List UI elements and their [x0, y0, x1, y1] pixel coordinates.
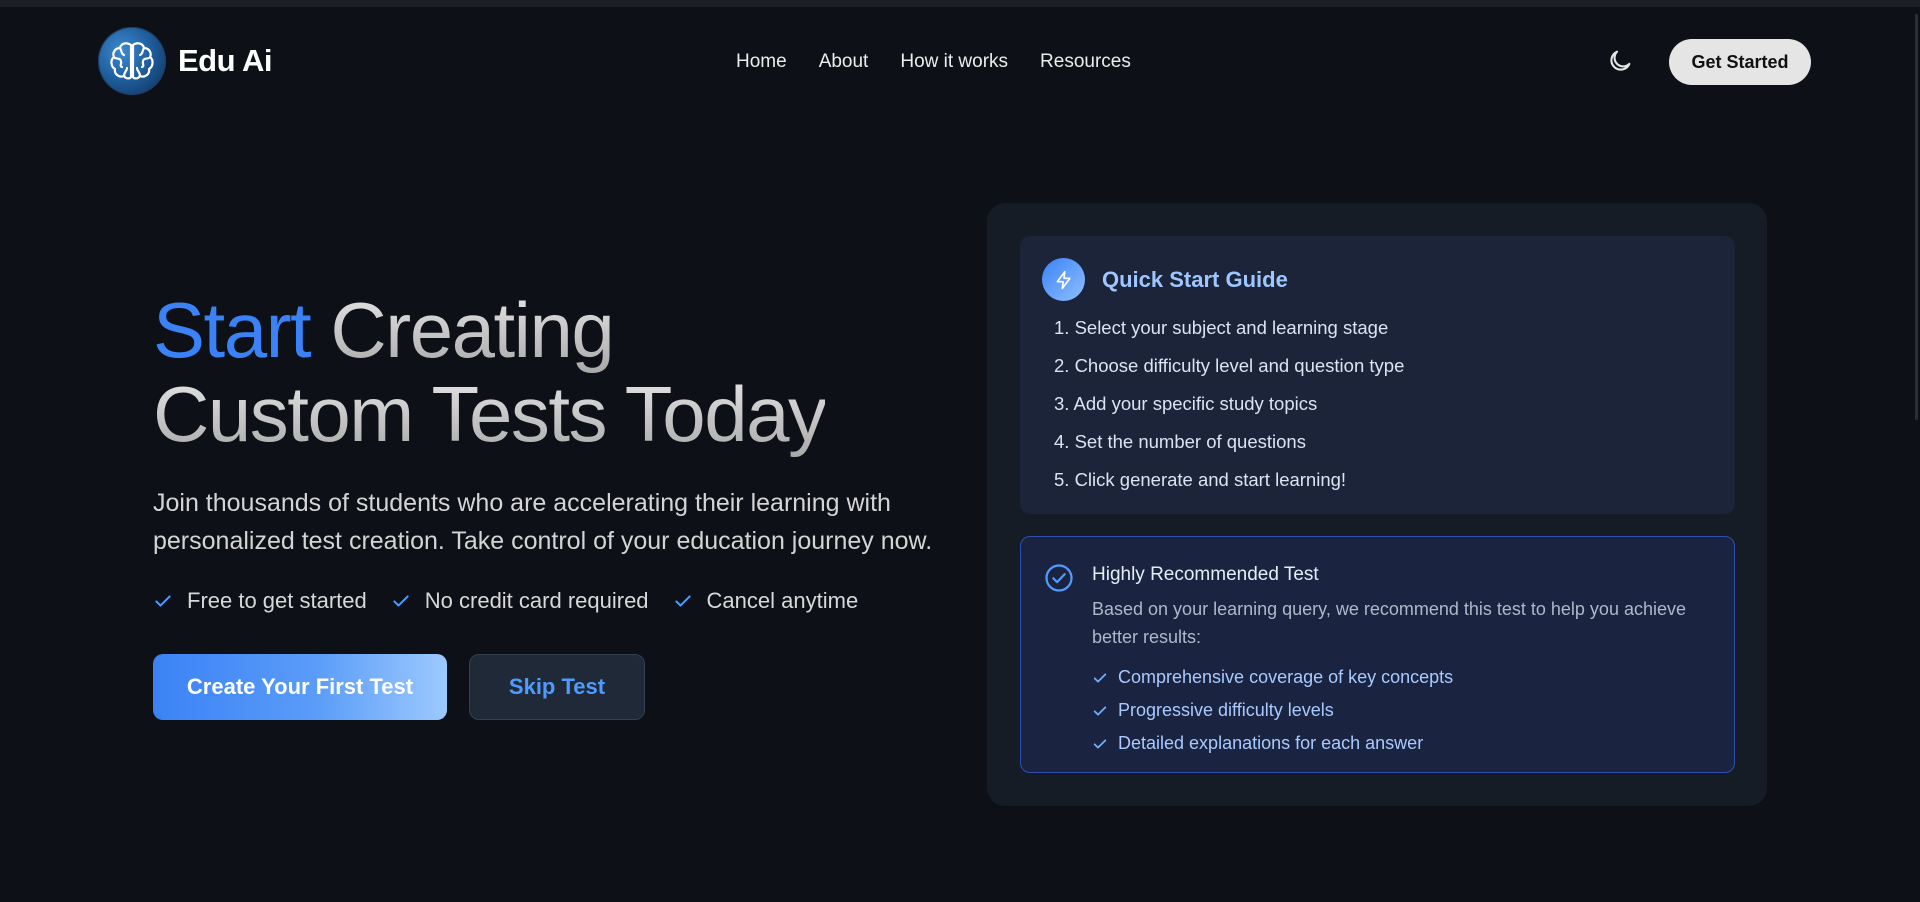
top-border — [0, 0, 1920, 7]
hero-title-line1: Creating — [330, 286, 614, 374]
recommended-test-panel[interactable]: Highly Recommended Test Based on your le… — [1020, 536, 1735, 773]
recommendation-points: Comprehensive coverage of key concepts P… — [1092, 661, 1453, 760]
nav-links: Home About How it works Resources — [736, 51, 1163, 73]
guide-step: 4. Set the number of questions — [1054, 431, 1306, 452]
brand-name: Edu Ai — [178, 43, 273, 78]
feature-bullet-label: Free to get started — [187, 588, 367, 613]
guide-step: 5. Click generate and start learning! — [1054, 469, 1347, 490]
recommendation-point: Detailed explanations for each answer — [1092, 727, 1453, 760]
recommendation-point: Progressive difficulty levels — [1092, 694, 1453, 727]
guide-steps: 1. Select your subject and learning stag… — [1054, 316, 1404, 506]
skip-test-button[interactable]: Skip Test — [469, 654, 645, 720]
checkmark-icon — [1093, 738, 1107, 749]
brain-icon — [98, 27, 166, 95]
feature-bullets: Free to get started No credit card requi… — [153, 588, 933, 614]
check-circle-icon — [1044, 563, 1074, 598]
checkmark-icon — [393, 595, 409, 607]
feature-bullet: Cancel anytime — [673, 588, 859, 614]
guide-step: 3. Add your specific study topics — [1054, 393, 1318, 414]
feature-bullet-label: No credit card required — [424, 588, 649, 613]
hero-buttons: Create Your First Test Skip Test — [153, 654, 933, 720]
hero-title: Start Creating Custom Tests Today — [153, 288, 933, 456]
checkmark-icon — [1093, 672, 1107, 683]
recommendation-point-label: Progressive difficulty levels — [1118, 700, 1334, 720]
nav-link-how-it-works[interactable]: How it works — [900, 51, 1008, 73]
feature-bullet: Free to get started — [153, 588, 367, 614]
recommendation-description: Based on your learning query, we recomme… — [1092, 599, 1686, 647]
recommendation-title: Highly Recommended Test — [1092, 564, 1319, 585]
moon-icon[interactable] — [1606, 47, 1634, 75]
checkmark-icon — [155, 595, 171, 607]
recommendation-point-label: Detailed explanations for each answer — [1118, 733, 1424, 753]
create-first-test-button[interactable]: Create Your First Test — [153, 654, 447, 720]
recommendation-point: Comprehensive coverage of key concepts — [1092, 661, 1453, 694]
checkmark-icon — [674, 595, 691, 607]
guide-step: 1. Select your subject and learning stag… — [1054, 317, 1389, 338]
nav-link-home[interactable]: Home — [736, 51, 787, 73]
get-started-button[interactable]: Get Started — [1669, 39, 1811, 85]
info-card: Quick Start Guide 1. Select your subject… — [987, 203, 1767, 806]
guide-title: Quick Start Guide — [1102, 266, 1288, 292]
hero-title-accent: Start — [153, 286, 312, 374]
recommendation-point-label: Comprehensive coverage of key concepts — [1118, 667, 1454, 687]
brand-logo[interactable]: Edu Ai — [98, 27, 273, 95]
hero-subtitle: Join thousands of students who are accel… — [153, 489, 933, 555]
feature-bullet-label: Cancel anytime — [706, 588, 859, 613]
hero-title-line2: Custom Tests Today — [153, 370, 827, 458]
guide-header: Quick Start Guide — [1042, 258, 1288, 301]
feature-bullet: No credit card required — [391, 588, 649, 614]
nav-link-about[interactable]: About — [819, 51, 869, 73]
navbar: Edu Ai Home About How it works Resources… — [0, 7, 1920, 117]
lightning-bolt-icon — [1042, 258, 1085, 301]
quick-start-guide: Quick Start Guide 1. Select your subject… — [1020, 236, 1735, 514]
hero-section: Start Creating Custom Tests Today Join t… — [153, 288, 933, 720]
checkmark-icon — [1093, 705, 1107, 716]
nav-link-resources[interactable]: Resources — [1040, 51, 1131, 73]
guide-step: 2. Choose difficulty level and question … — [1054, 355, 1405, 376]
